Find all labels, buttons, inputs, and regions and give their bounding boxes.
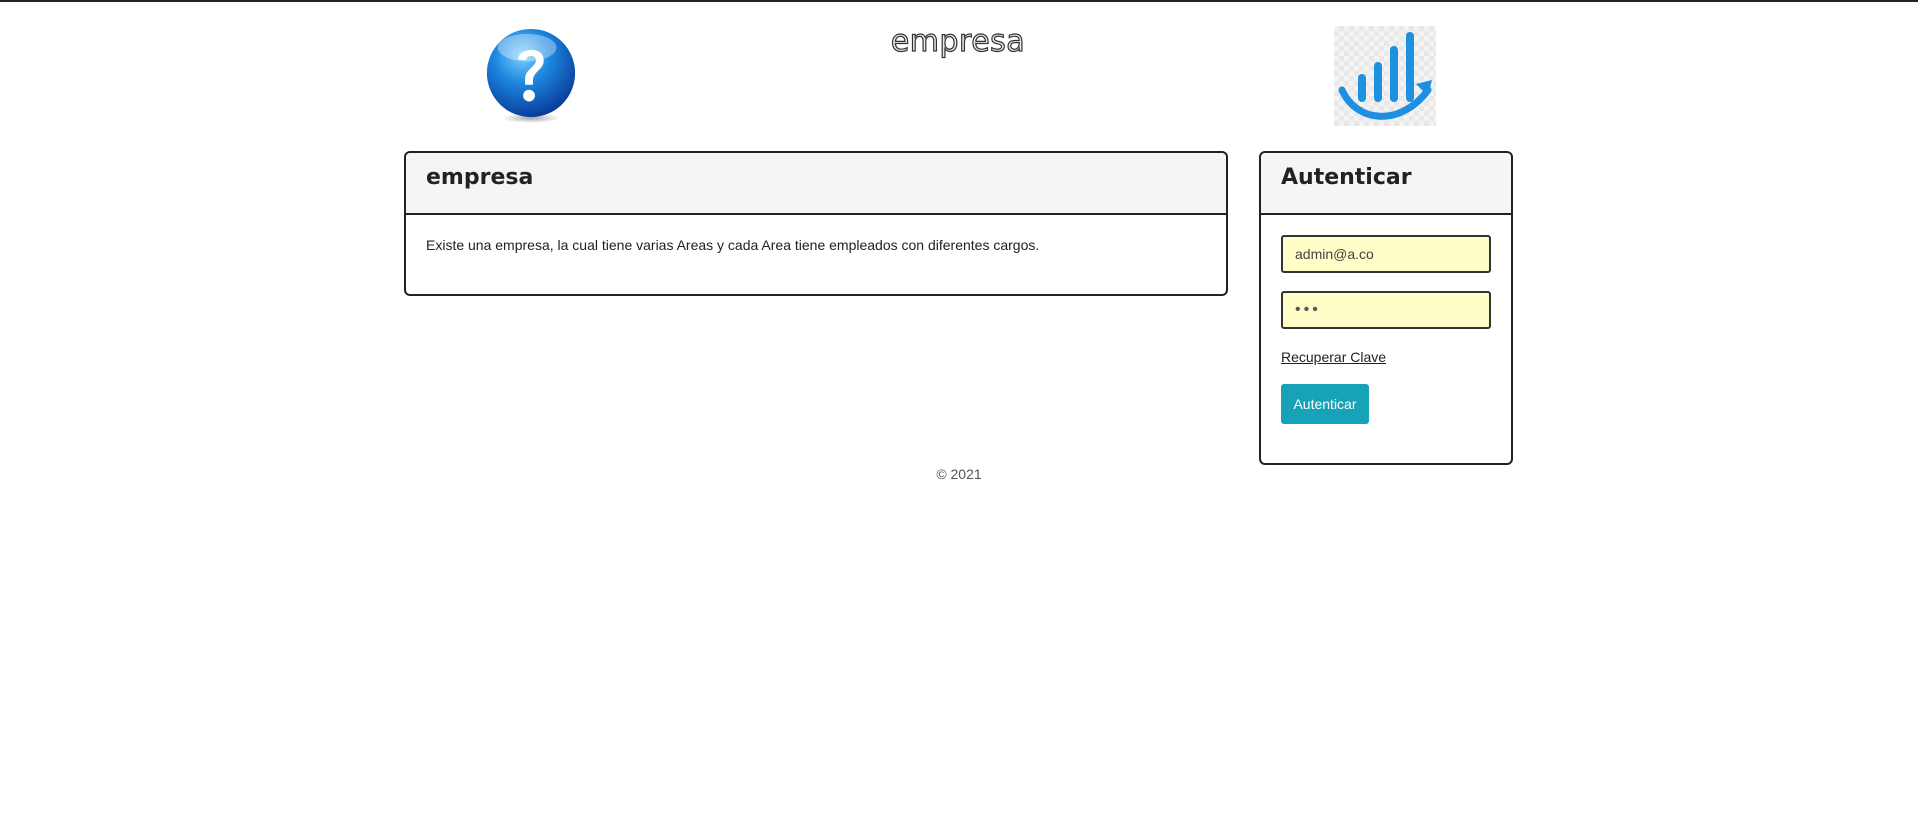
company-panel-heading: empresa: [406, 153, 1226, 215]
site-title: empresa: [890, 23, 1026, 59]
company-panel: empresa Existe una empresa, la cual tien…: [404, 151, 1228, 296]
growth-chart-icon: [1338, 32, 1432, 120]
brand-logo: [1334, 26, 1436, 126]
password-field[interactable]: •••: [1281, 291, 1491, 329]
authenticate-button[interactable]: Autenticar: [1281, 384, 1369, 424]
recover-password-link[interactable]: Recuperar Clave: [1281, 349, 1386, 365]
company-description: Existe una empresa, la cual tiene varias…: [426, 237, 1040, 253]
login-panel: Autenticar admin@a.co ••• Recuperar Clav…: [1259, 151, 1513, 465]
email-field[interactable]: admin@a.co: [1281, 235, 1491, 273]
footer-copyright: © 2021: [936, 466, 982, 482]
site-header: empresa: [0, 0, 1918, 130]
login-panel-heading: Autenticar: [1261, 153, 1511, 215]
login-form: admin@a.co ••• Recuperar Clave Autentica…: [1261, 215, 1511, 444]
